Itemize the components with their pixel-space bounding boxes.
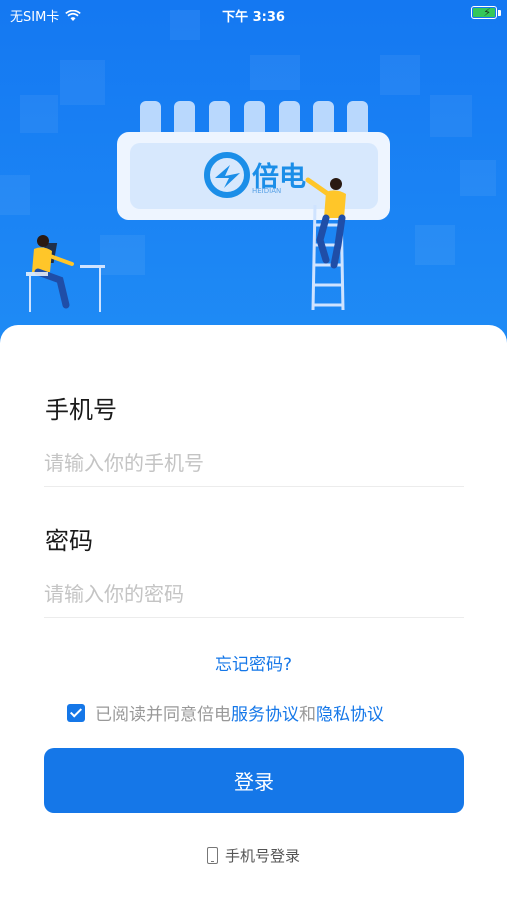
phone-divider	[44, 486, 464, 487]
hero-banner: 倍电 HEIDIAN	[0, 0, 507, 345]
login-button[interactable]: 登录	[44, 748, 464, 813]
agreement-checkbox[interactable]	[67, 703, 85, 722]
password-divider	[44, 617, 464, 618]
phone-label: 手机号	[45, 396, 117, 424]
agreement-row: 已阅读并同意倍电 服务协议 和 隐私协议	[67, 700, 384, 725]
phone-icon	[206, 847, 218, 864]
hero-logo-subtext: HEIDIAN	[252, 187, 282, 195]
phone-login-option[interactable]: 手机号登录	[0, 845, 507, 866]
charging-icon: ⚡	[483, 6, 491, 19]
battery-nub	[498, 10, 501, 16]
forgot-password-row: 忘记密码?	[0, 650, 507, 675]
forgot-password-link[interactable]: 忘记密码?	[215, 655, 292, 675]
agreement-joiner: 和	[299, 705, 316, 725]
password-label: 密码	[45, 527, 93, 555]
service-agreement-link[interactable]: 服务协议	[231, 700, 299, 725]
phone-login-label: 手机号登录	[224, 847, 300, 865]
privacy-agreement-link[interactable]: 隐私协议	[316, 700, 384, 725]
status-time: 下午 3:36	[222, 10, 285, 25]
agreement-prefix: 已阅读并同意倍电	[95, 705, 231, 725]
phone-input[interactable]	[44, 443, 464, 483]
status-bar: 无SIM卡 下午 3:36 ⚡	[0, 0, 507, 28]
password-input[interactable]	[44, 574, 464, 614]
